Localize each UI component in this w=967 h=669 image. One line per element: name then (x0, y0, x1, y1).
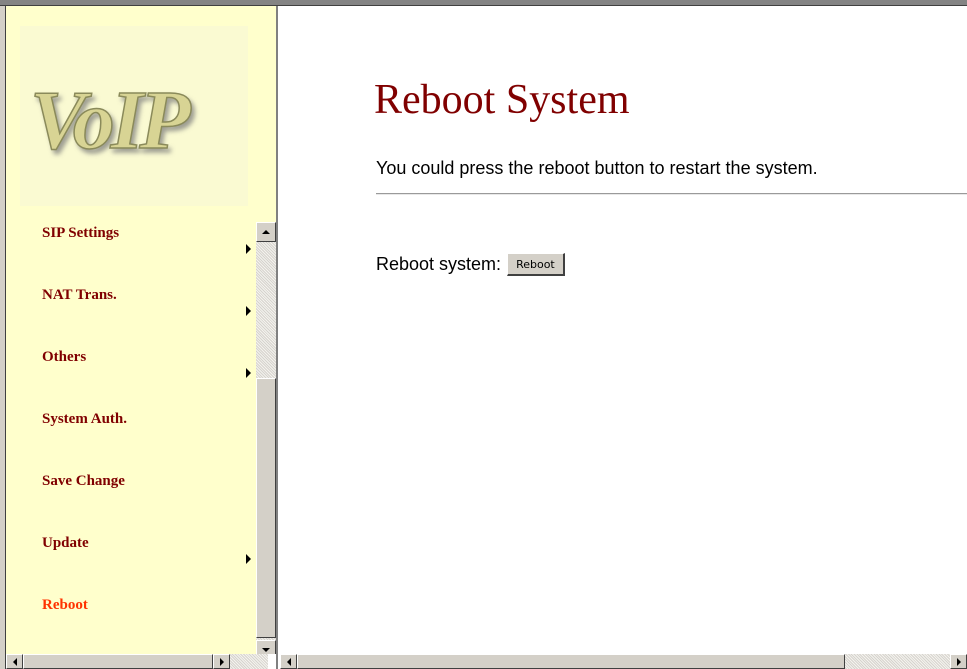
nav-item-label: NAT Trans. (42, 287, 117, 303)
scroll-down-button[interactable] (256, 640, 276, 654)
nav-item-update[interactable]: Update (6, 528, 254, 590)
submenu-arrow-icon (246, 244, 251, 254)
nav-vertical-scrollbar[interactable] (256, 222, 276, 654)
nav-item-others[interactable]: Others (6, 342, 254, 404)
submenu-arrow-icon (246, 306, 251, 316)
nav-item-sip-settings[interactable]: SIP Settings (6, 218, 254, 280)
scroll-thumb[interactable] (256, 378, 276, 638)
content-frame: Reboot System You could press the reboot… (278, 6, 967, 654)
nav-item-nat-trans[interactable]: NAT Trans. (6, 280, 254, 342)
submenu-arrow-icon (246, 554, 251, 564)
scroll-up-button[interactable] (256, 222, 276, 242)
nav-item-label: System Auth. (42, 411, 128, 427)
nav-item-save-change[interactable]: Save Change (6, 466, 254, 528)
svg-text:VoIP: VoIP (30, 74, 191, 167)
nav-menu: SIP Settings NAT Trans. Others System Auth.… (6, 218, 254, 652)
nav-item-label: Others (42, 349, 87, 365)
nav-item-system-auth[interactable]: System Auth. (6, 404, 254, 466)
submenu-arrow-icon (246, 368, 251, 378)
nav-item-label: Update (42, 535, 89, 551)
nav-horizontal-scrollbar[interactable] (6, 654, 268, 669)
horizontal-scroll-thumb[interactable] (23, 654, 213, 669)
arrow-right-icon (956, 657, 961, 666)
nav-item-label: SIP Settings (42, 225, 120, 241)
reboot-system-label: Reboot system: (376, 254, 502, 274)
voip-logo-graphic: VoIP (29, 73, 196, 168)
nav-item-label: Reboot (42, 597, 88, 613)
page-description: You could press the reboot button to res… (376, 158, 818, 178)
scroll-right-button[interactable] (213, 654, 230, 669)
content-horizontal-scrollbar[interactable] (280, 654, 967, 669)
navigation-frame: VoIP SIP Settings NAT Trans. Others System … (6, 6, 276, 654)
nav-item-reboot[interactable]: Reboot (6, 590, 254, 652)
horizontal-scroll-thumb[interactable] (297, 654, 845, 669)
arrow-left-icon (12, 657, 17, 666)
page-title: Reboot System (374, 77, 630, 123)
voip-logo: VoIP (20, 26, 248, 206)
arrow-up-icon (262, 230, 270, 234)
scroll-left-button[interactable] (280, 654, 297, 669)
reboot-row: Reboot system: Reboot (376, 253, 565, 276)
scroll-left-button[interactable] (6, 654, 23, 669)
arrow-right-icon (219, 657, 224, 666)
scroll-right-button[interactable] (950, 654, 967, 669)
horizontal-divider (376, 193, 967, 195)
nav-item-label: Save Change (42, 473, 125, 489)
arrow-left-icon (286, 657, 291, 666)
arrow-down-icon (262, 648, 270, 652)
reboot-button[interactable]: Reboot (507, 253, 565, 276)
